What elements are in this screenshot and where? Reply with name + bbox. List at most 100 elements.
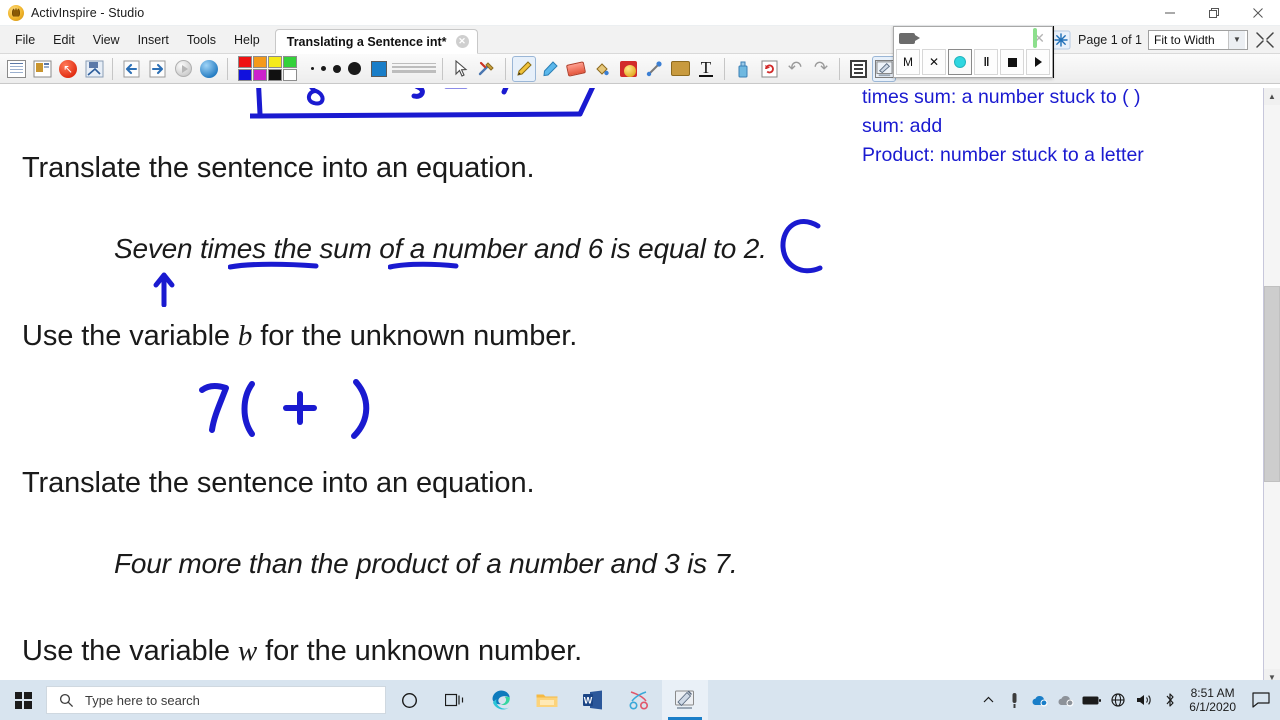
toolbar-separator bbox=[227, 57, 228, 80]
tools-icon[interactable] bbox=[475, 56, 499, 82]
clear-tool-icon[interactable] bbox=[731, 56, 755, 82]
new-flipchart-icon[interactable] bbox=[4, 56, 28, 82]
text-tool-icon[interactable] bbox=[694, 56, 718, 82]
connector-tool-icon[interactable] bbox=[642, 56, 666, 82]
taskbar-clock[interactable]: 8:51 AM 6/1/2020 bbox=[1183, 686, 1246, 714]
swatch-magenta[interactable] bbox=[253, 69, 267, 81]
onedrive-icon[interactable] bbox=[1027, 680, 1053, 720]
next-page-icon[interactable] bbox=[145, 56, 169, 82]
menu-file[interactable]: File bbox=[6, 26, 44, 54]
flipchart-page[interactable]: Translate the sentence into an equation.… bbox=[0, 88, 1246, 686]
zoom-select[interactable]: Fit to Width ▼ bbox=[1148, 29, 1248, 50]
prompt-translate-1: Translate the sentence into an equation. bbox=[22, 152, 535, 184]
recorder-minimize-button[interactable]: M bbox=[896, 49, 920, 75]
menu-items: File Edit View Insert Tools Help bbox=[0, 26, 269, 53]
windows-logo-icon[interactable] bbox=[0, 680, 46, 720]
menu-tools[interactable]: Tools bbox=[178, 26, 225, 54]
recorder-title-bar: ✕ bbox=[894, 27, 1052, 49]
redo-icon[interactable]: ↷ bbox=[809, 56, 833, 82]
undo-icon[interactable]: ↶ bbox=[783, 56, 807, 82]
toolbar-separator bbox=[112, 57, 113, 80]
recorder-buttons: M ✕ ‖ bbox=[894, 49, 1052, 77]
menu-insert[interactable]: Insert bbox=[129, 26, 178, 54]
window-title-bar: ActivInspire - Studio bbox=[0, 0, 1280, 26]
network-icon[interactable] bbox=[1105, 680, 1131, 720]
previous-page-icon[interactable] bbox=[119, 56, 143, 82]
onedrive-grey-icon[interactable] bbox=[1053, 680, 1079, 720]
menu-help[interactable]: Help bbox=[225, 26, 269, 54]
volume-icon[interactable] bbox=[1131, 680, 1157, 720]
cortana-icon[interactable] bbox=[386, 680, 432, 720]
swatch-orange[interactable] bbox=[253, 56, 267, 68]
search-input[interactable]: Type here to search bbox=[46, 686, 386, 714]
swatch-green[interactable] bbox=[283, 56, 297, 68]
show-hidden-icons[interactable] bbox=[975, 680, 1001, 720]
screen-recorder-widget[interactable]: ✕ M ✕ ‖ bbox=[893, 26, 1053, 78]
recorder-play-button[interactable] bbox=[1026, 49, 1050, 75]
battery-icon[interactable] bbox=[1079, 680, 1105, 720]
browser-icon[interactable] bbox=[197, 56, 221, 82]
recorder-stop-button[interactable] bbox=[1000, 49, 1024, 75]
shape-tool-icon[interactable] bbox=[616, 56, 640, 82]
search-icon bbox=[59, 693, 74, 707]
menu-edit[interactable]: Edit bbox=[44, 26, 84, 54]
document-tab-close-icon[interactable]: ✕ bbox=[455, 35, 469, 48]
system-tray: 8:51 AM 6/1/2020 bbox=[975, 680, 1280, 720]
pen-width-2[interactable] bbox=[311, 67, 314, 70]
scrollbar-thumb[interactable] bbox=[1264, 286, 1280, 482]
pen-width-4[interactable] bbox=[321, 66, 326, 71]
microsoft-word-icon[interactable]: W bbox=[570, 680, 616, 720]
notification-icon[interactable] bbox=[1246, 680, 1276, 720]
pen-width-preview bbox=[392, 62, 436, 75]
fill-tool-icon[interactable] bbox=[590, 56, 614, 82]
swatch-blue[interactable] bbox=[238, 69, 252, 81]
color-palette[interactable] bbox=[238, 56, 297, 81]
save-flipchart-icon[interactable] bbox=[82, 56, 106, 82]
recorder-close-button[interactable]: ✕ bbox=[922, 49, 946, 75]
swatch-red[interactable] bbox=[238, 56, 252, 68]
task-view-icon[interactable] bbox=[432, 680, 478, 720]
canvas-vertical-scrollbar[interactable]: ▲ ▼ bbox=[1263, 88, 1280, 686]
swatch-yellow[interactable] bbox=[268, 56, 282, 68]
activinspire-taskbar-icon[interactable] bbox=[662, 680, 708, 720]
flipchart-canvas[interactable]: Translate the sentence into an equation.… bbox=[0, 88, 1280, 686]
close-button[interactable] bbox=[1236, 0, 1280, 26]
sentence-seven-times: Seven times the sum of a number and 6 is… bbox=[114, 233, 767, 264]
menu-view[interactable]: View bbox=[84, 26, 129, 54]
highlighter-tool-icon[interactable] bbox=[538, 56, 562, 82]
pen-width-12[interactable] bbox=[348, 62, 361, 75]
recorder-record-button[interactable] bbox=[948, 49, 972, 75]
prompt-translate-2: Translate the sentence into an equation. bbox=[22, 467, 535, 499]
page-organizer-icon[interactable] bbox=[846, 56, 870, 82]
close-flipchart-icon[interactable] bbox=[56, 56, 80, 82]
file-explorer-icon[interactable] bbox=[524, 680, 570, 720]
swatch-black[interactable] bbox=[268, 69, 282, 81]
recorder-green-indicator bbox=[1033, 28, 1037, 48]
scroll-up-arrow-icon[interactable]: ▲ bbox=[1264, 88, 1280, 105]
variable-b: b bbox=[237, 320, 253, 352]
activinspire-flame-icon bbox=[8, 4, 24, 21]
eraser-tool-icon[interactable] bbox=[564, 56, 588, 82]
minimize-button[interactable] bbox=[1148, 0, 1192, 26]
window-controls bbox=[1148, 0, 1280, 26]
pen-width-7[interactable] bbox=[333, 64, 341, 73]
fullscreen-icon[interactable] bbox=[1254, 29, 1276, 51]
snipping-tool-icon[interactable] bbox=[616, 680, 662, 720]
pen-tool-icon[interactable] bbox=[512, 55, 536, 82]
open-flipchart-icon[interactable] bbox=[30, 56, 54, 82]
reset-page-icon[interactable] bbox=[757, 56, 781, 82]
pen-icon[interactable] bbox=[1001, 680, 1027, 720]
select-tool-icon[interactable] bbox=[449, 56, 473, 82]
current-color-indicator[interactable] bbox=[371, 60, 387, 77]
recorder-pause-button[interactable]: ‖ bbox=[974, 49, 998, 75]
document-tab[interactable]: Translating a Sentence int* ✕ bbox=[274, 29, 478, 54]
media-tool-icon[interactable] bbox=[668, 56, 692, 82]
play-triangle-icon bbox=[1034, 57, 1042, 67]
play-icon[interactable] bbox=[171, 56, 195, 82]
chevron-down-icon[interactable]: ▼ bbox=[1228, 30, 1245, 49]
swatch-white[interactable] bbox=[283, 69, 297, 81]
restore-button[interactable] bbox=[1192, 0, 1236, 26]
pen-width-selector[interactable] bbox=[311, 62, 361, 75]
bluetooth-icon[interactable] bbox=[1157, 680, 1183, 720]
microsoft-edge-icon[interactable] bbox=[478, 680, 524, 720]
